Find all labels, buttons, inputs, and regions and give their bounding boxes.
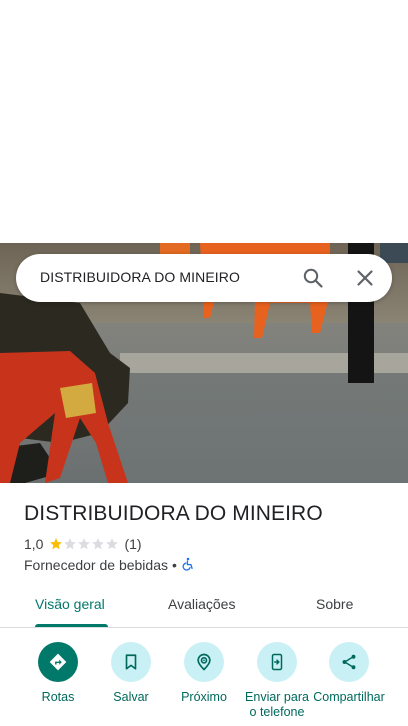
save-label: Salvar bbox=[113, 690, 149, 704]
wheelchair-icon bbox=[181, 557, 195, 574]
directions-button[interactable]: Rotas bbox=[20, 640, 96, 705]
tabs-divider bbox=[0, 627, 408, 628]
save-button[interactable]: Salvar bbox=[93, 640, 169, 705]
star-filled-icon bbox=[50, 538, 63, 550]
tab-about[interactable]: Sobre bbox=[316, 596, 353, 612]
nearby-label: Próximo bbox=[181, 690, 227, 704]
search-input[interactable]: DISTRIBUIDORA DO MINEIRO bbox=[40, 269, 240, 285]
star-empty-icon bbox=[64, 538, 77, 550]
review-count[interactable]: (1) bbox=[124, 536, 141, 552]
star-empty-icon bbox=[78, 538, 91, 550]
search-icon[interactable] bbox=[301, 266, 325, 290]
send-to-phone-button[interactable]: Enviar para o telefone bbox=[239, 640, 315, 720]
rating-value: 1,0 bbox=[24, 536, 44, 552]
share-icon bbox=[329, 642, 369, 682]
directions-icon bbox=[38, 642, 78, 682]
tab-overview[interactable]: Visão geral bbox=[35, 596, 105, 612]
send-to-phone-icon bbox=[257, 642, 297, 682]
tab-reviews[interactable]: Avaliações bbox=[168, 596, 235, 612]
category-row: Fornecedor de bebidas • bbox=[24, 556, 195, 574]
close-icon[interactable] bbox=[353, 266, 377, 290]
star-rating bbox=[49, 537, 119, 551]
separator-dot: • bbox=[172, 557, 177, 573]
place-title: DISTRIBUIDORA DO MINEIRO bbox=[24, 502, 323, 525]
nearby-icon bbox=[184, 642, 224, 682]
bookmark-icon bbox=[111, 642, 151, 682]
nearby-button[interactable]: Próximo bbox=[166, 640, 242, 705]
send-to-phone-label: Enviar para o telefone bbox=[245, 690, 309, 719]
share-button[interactable]: Compartilhar bbox=[311, 640, 387, 705]
share-label: Compartilhar bbox=[313, 690, 385, 704]
search-bar[interactable]: DISTRIBUIDORA DO MINEIRO bbox=[16, 254, 392, 302]
star-empty-icon bbox=[106, 538, 119, 550]
action-bar: Rotas Salvar Próximo Enviar para o telef… bbox=[0, 640, 408, 726]
star-empty-icon bbox=[92, 538, 105, 550]
rating-row[interactable]: 1,0 (1) bbox=[24, 536, 142, 552]
place-category: Fornecedor de bebidas bbox=[24, 557, 168, 573]
directions-label: Rotas bbox=[41, 690, 75, 704]
place-tabs: Visão geral Avaliações Sobre bbox=[0, 584, 408, 628]
